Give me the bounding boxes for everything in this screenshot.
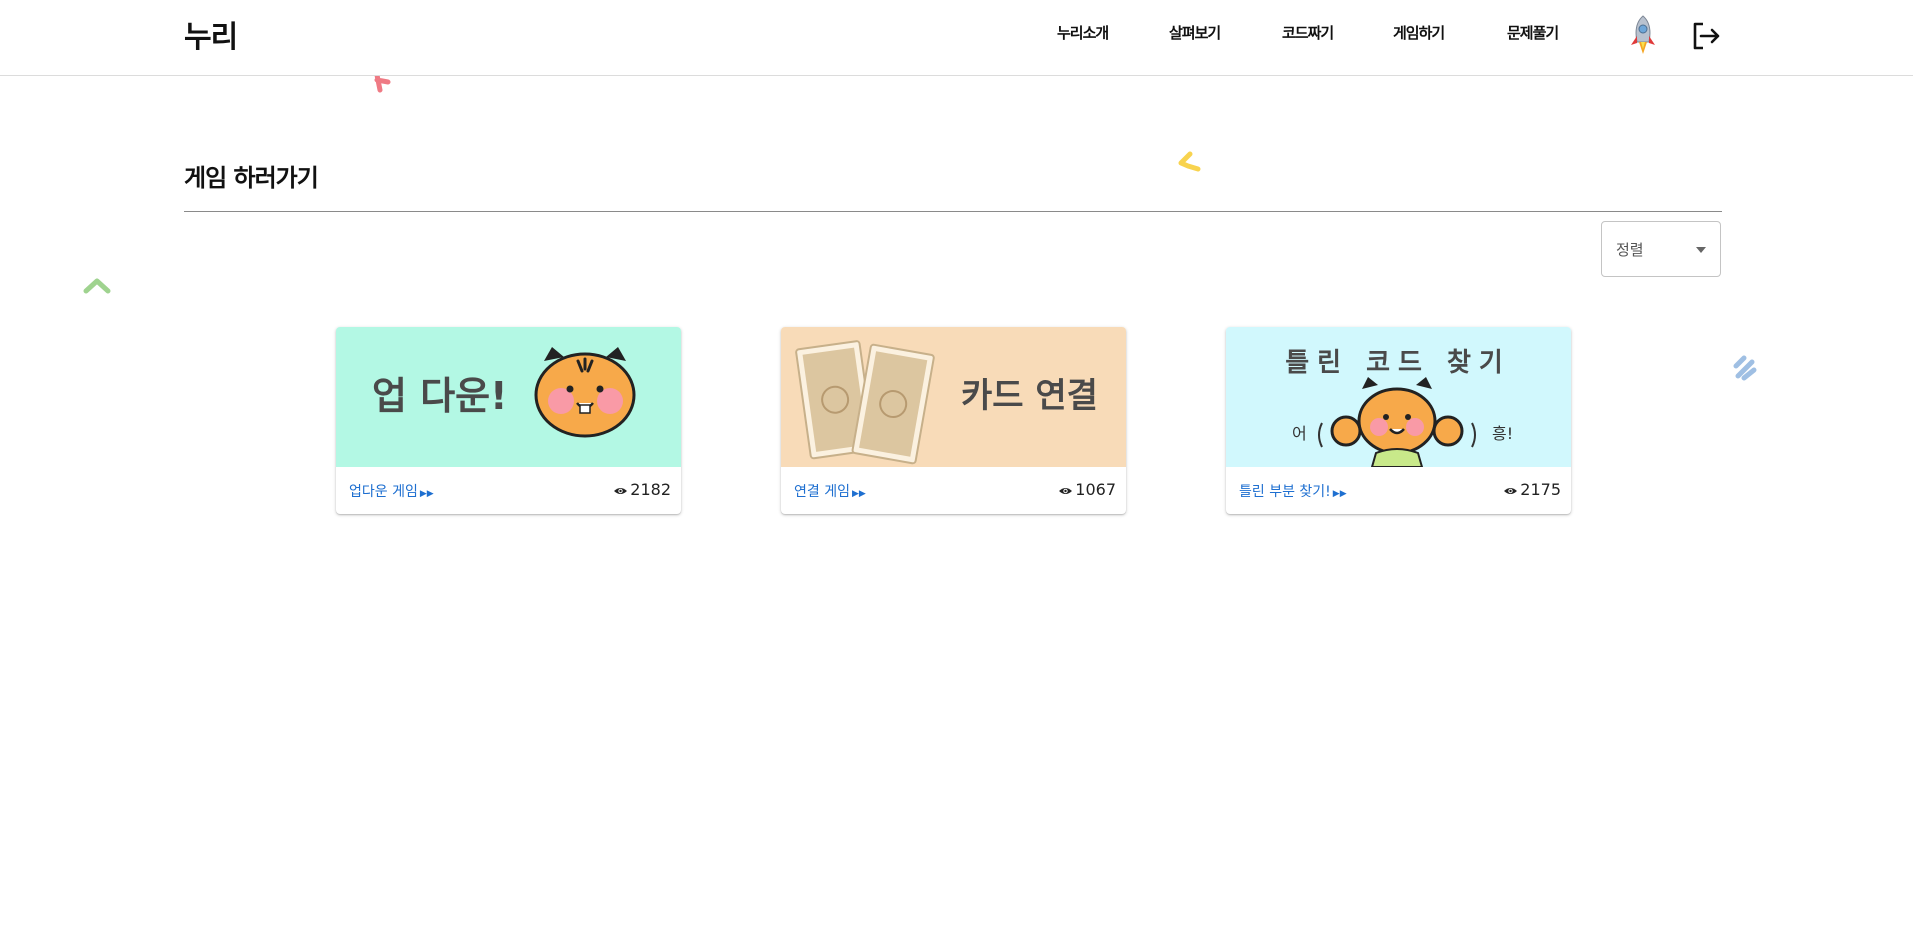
card-footer: 연결 게임 ▶▶ 1067 bbox=[781, 467, 1126, 514]
decoration-yellow-shape bbox=[1178, 151, 1201, 172]
fast-forward-icon: ▶▶ bbox=[1332, 489, 1347, 499]
connect-thumbnail: 카드 연결 bbox=[781, 327, 1126, 467]
view-count: 2182 bbox=[613, 480, 671, 499]
top-navbar: 누리 누리소개 살펴보기 코드짜기 게임하기 문제풀기 bbox=[0, 0, 1913, 76]
caret-down-icon bbox=[1696, 247, 1706, 253]
updown-thumbnail: 업 다운! bbox=[336, 327, 681, 467]
page-title: 게임 하러가기 bbox=[184, 164, 319, 192]
eye-icon bbox=[614, 487, 628, 494]
decoration-green-shape bbox=[83, 278, 111, 294]
nav-games[interactable]: 게임하기 bbox=[1393, 22, 1445, 43]
logout-icon[interactable] bbox=[1690, 20, 1722, 52]
card-link-label: 연결 게임 bbox=[794, 484, 850, 500]
updown-thumbnail-text: 업 다운! bbox=[372, 374, 507, 418]
play-find-diff-link[interactable]: 틀린 부분 찾기! ▶▶ bbox=[1239, 481, 1347, 501]
view-count-value: 2182 bbox=[630, 480, 671, 499]
view-count-value: 1067 bbox=[1075, 480, 1116, 499]
title-divider bbox=[184, 211, 1722, 212]
view-count: 1067 bbox=[1058, 480, 1116, 499]
find-diff-thumbnail: 틀린 코드 찾기 어 흥! bbox=[1226, 327, 1571, 467]
eye-icon bbox=[1504, 487, 1518, 494]
nav-explore[interactable]: 살펴보기 bbox=[1169, 22, 1221, 43]
nav-problems[interactable]: 문제풀기 bbox=[1507, 22, 1559, 43]
card-footer: 업다운 게임 ▶▶ 2182 bbox=[336, 467, 681, 514]
connect-thumbnail-text: 카드 연결 bbox=[961, 376, 1098, 416]
game-card-updown[interactable]: 업 다운! 업다운 게임 ▶▶ 2182 bbox=[336, 327, 681, 514]
find-diff-thumbnail-right: 흥! bbox=[1492, 424, 1513, 443]
view-count: 2175 bbox=[1503, 480, 1561, 499]
eye-icon bbox=[1059, 487, 1073, 494]
fast-forward-icon: ▶▶ bbox=[851, 489, 866, 499]
find-diff-thumbnail-left: 어 bbox=[1292, 424, 1307, 443]
view-count-value: 2175 bbox=[1520, 480, 1561, 499]
rocket-icon[interactable] bbox=[1626, 14, 1660, 56]
site-logo[interactable]: 누리 bbox=[184, 12, 238, 56]
game-card-find-diff[interactable]: 틀린 코드 찾기 어 흥! 틀린 부분 찾기! ▶▶ 2175 bbox=[1226, 327, 1571, 514]
card-link-label: 업다운 게임 bbox=[349, 484, 418, 500]
game-card-connect[interactable]: 카드 연결 연결 게임 ▶▶ 1067 bbox=[781, 327, 1126, 514]
nav-about[interactable]: 누리소개 bbox=[1057, 22, 1109, 43]
card-footer: 틀린 부분 찾기! ▶▶ 2175 bbox=[1226, 467, 1571, 514]
decoration-blue-shape bbox=[1733, 355, 1757, 381]
fast-forward-icon: ▶▶ bbox=[419, 489, 434, 499]
sort-select[interactable]: 정렬 bbox=[1601, 221, 1721, 277]
nav-coding[interactable]: 코드짜기 bbox=[1282, 22, 1334, 43]
play-connect-link[interactable]: 연결 게임 ▶▶ bbox=[794, 481, 866, 501]
card-link-label: 틀린 부분 찾기! bbox=[1239, 484, 1331, 500]
play-updown-link[interactable]: 업다운 게임 ▶▶ bbox=[349, 481, 434, 501]
find-diff-thumbnail-title: 틀린 코드 찾기 bbox=[1285, 348, 1511, 378]
sort-label: 정렬 bbox=[1616, 241, 1644, 259]
